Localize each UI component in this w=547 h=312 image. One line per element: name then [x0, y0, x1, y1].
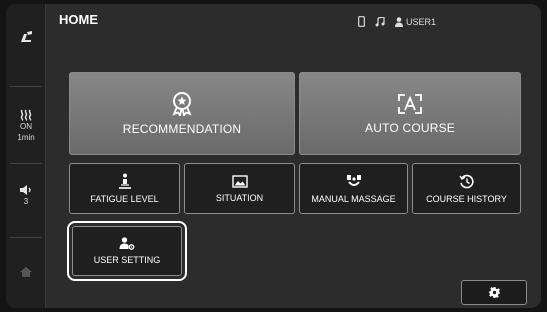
user-name: USER1	[406, 16, 437, 27]
sidebar-divider	[10, 237, 42, 238]
auto-course-button[interactable]: AUTO COURSE	[299, 72, 521, 155]
sidebar-divider	[10, 86, 42, 87]
device-frame: ON 1min 3 HOME USER1 RECOMMENDATION AUTO…	[0, 0, 547, 312]
situation-image-icon	[231, 174, 248, 188]
recommendation-button[interactable]: RECOMMENDATION	[69, 72, 295, 155]
heat-control[interactable]: ON 1min	[6, 109, 46, 143]
phone-icon	[358, 16, 365, 27]
volume-level: 3	[23, 197, 29, 206]
user-icon	[395, 16, 403, 27]
settings-button[interactable]	[461, 280, 527, 305]
award-ribbon-star-icon	[172, 91, 192, 116]
home-icon	[20, 267, 32, 277]
speaker-icon	[20, 185, 31, 195]
manual-massage-icon	[346, 174, 361, 186]
recommendation-label: RECOMMENDATION	[122, 121, 242, 136]
home-button[interactable]	[6, 266, 46, 278]
fatigue-level-icon	[118, 173, 131, 189]
music-note-icon	[375, 16, 385, 26]
page-title: HOME	[59, 12, 98, 27]
massage-chair-icon	[21, 31, 32, 42]
user-gear-icon	[119, 237, 135, 250]
auto-course-label: AUTO COURSE	[365, 120, 455, 135]
screen: ON 1min 3 HOME USER1 RECOMMENDATION AUTO…	[6, 4, 541, 308]
fatigue-level-button[interactable]: FATIGUE LEVEL	[69, 163, 180, 214]
history-icon	[459, 174, 474, 188]
manual-massage-button[interactable]: MANUAL MASSAGE	[299, 163, 408, 214]
sidebar: ON 1min 3	[6, 4, 46, 308]
volume-control[interactable]: 3	[6, 184, 46, 207]
course-history-label: COURSE HISTORY	[426, 193, 507, 204]
heat-state: ON	[20, 122, 32, 131]
manual-massage-label: MANUAL MASSAGE	[311, 193, 396, 204]
gear-icon	[488, 287, 500, 298]
situation-label: SITUATION	[215, 192, 264, 203]
user-setting-button[interactable]: USER SETTING	[72, 226, 182, 276]
user-setting-label: USER SETTING	[93, 255, 161, 265]
sidebar-divider	[10, 163, 42, 164]
auto-course-icon	[398, 93, 422, 114]
heat-timer: 1min	[17, 133, 35, 142]
course-history-button[interactable]: COURSE HISTORY	[412, 163, 521, 214]
fatigue-level-label: FATIGUE LEVEL	[90, 194, 159, 204]
situation-button[interactable]: SITUATION	[184, 163, 295, 214]
massage-chair-button[interactable]	[6, 30, 46, 44]
user-indicator: USER1	[395, 17, 436, 27]
heat-waves-icon	[20, 109, 32, 121]
status-bar: USER1	[358, 16, 436, 27]
